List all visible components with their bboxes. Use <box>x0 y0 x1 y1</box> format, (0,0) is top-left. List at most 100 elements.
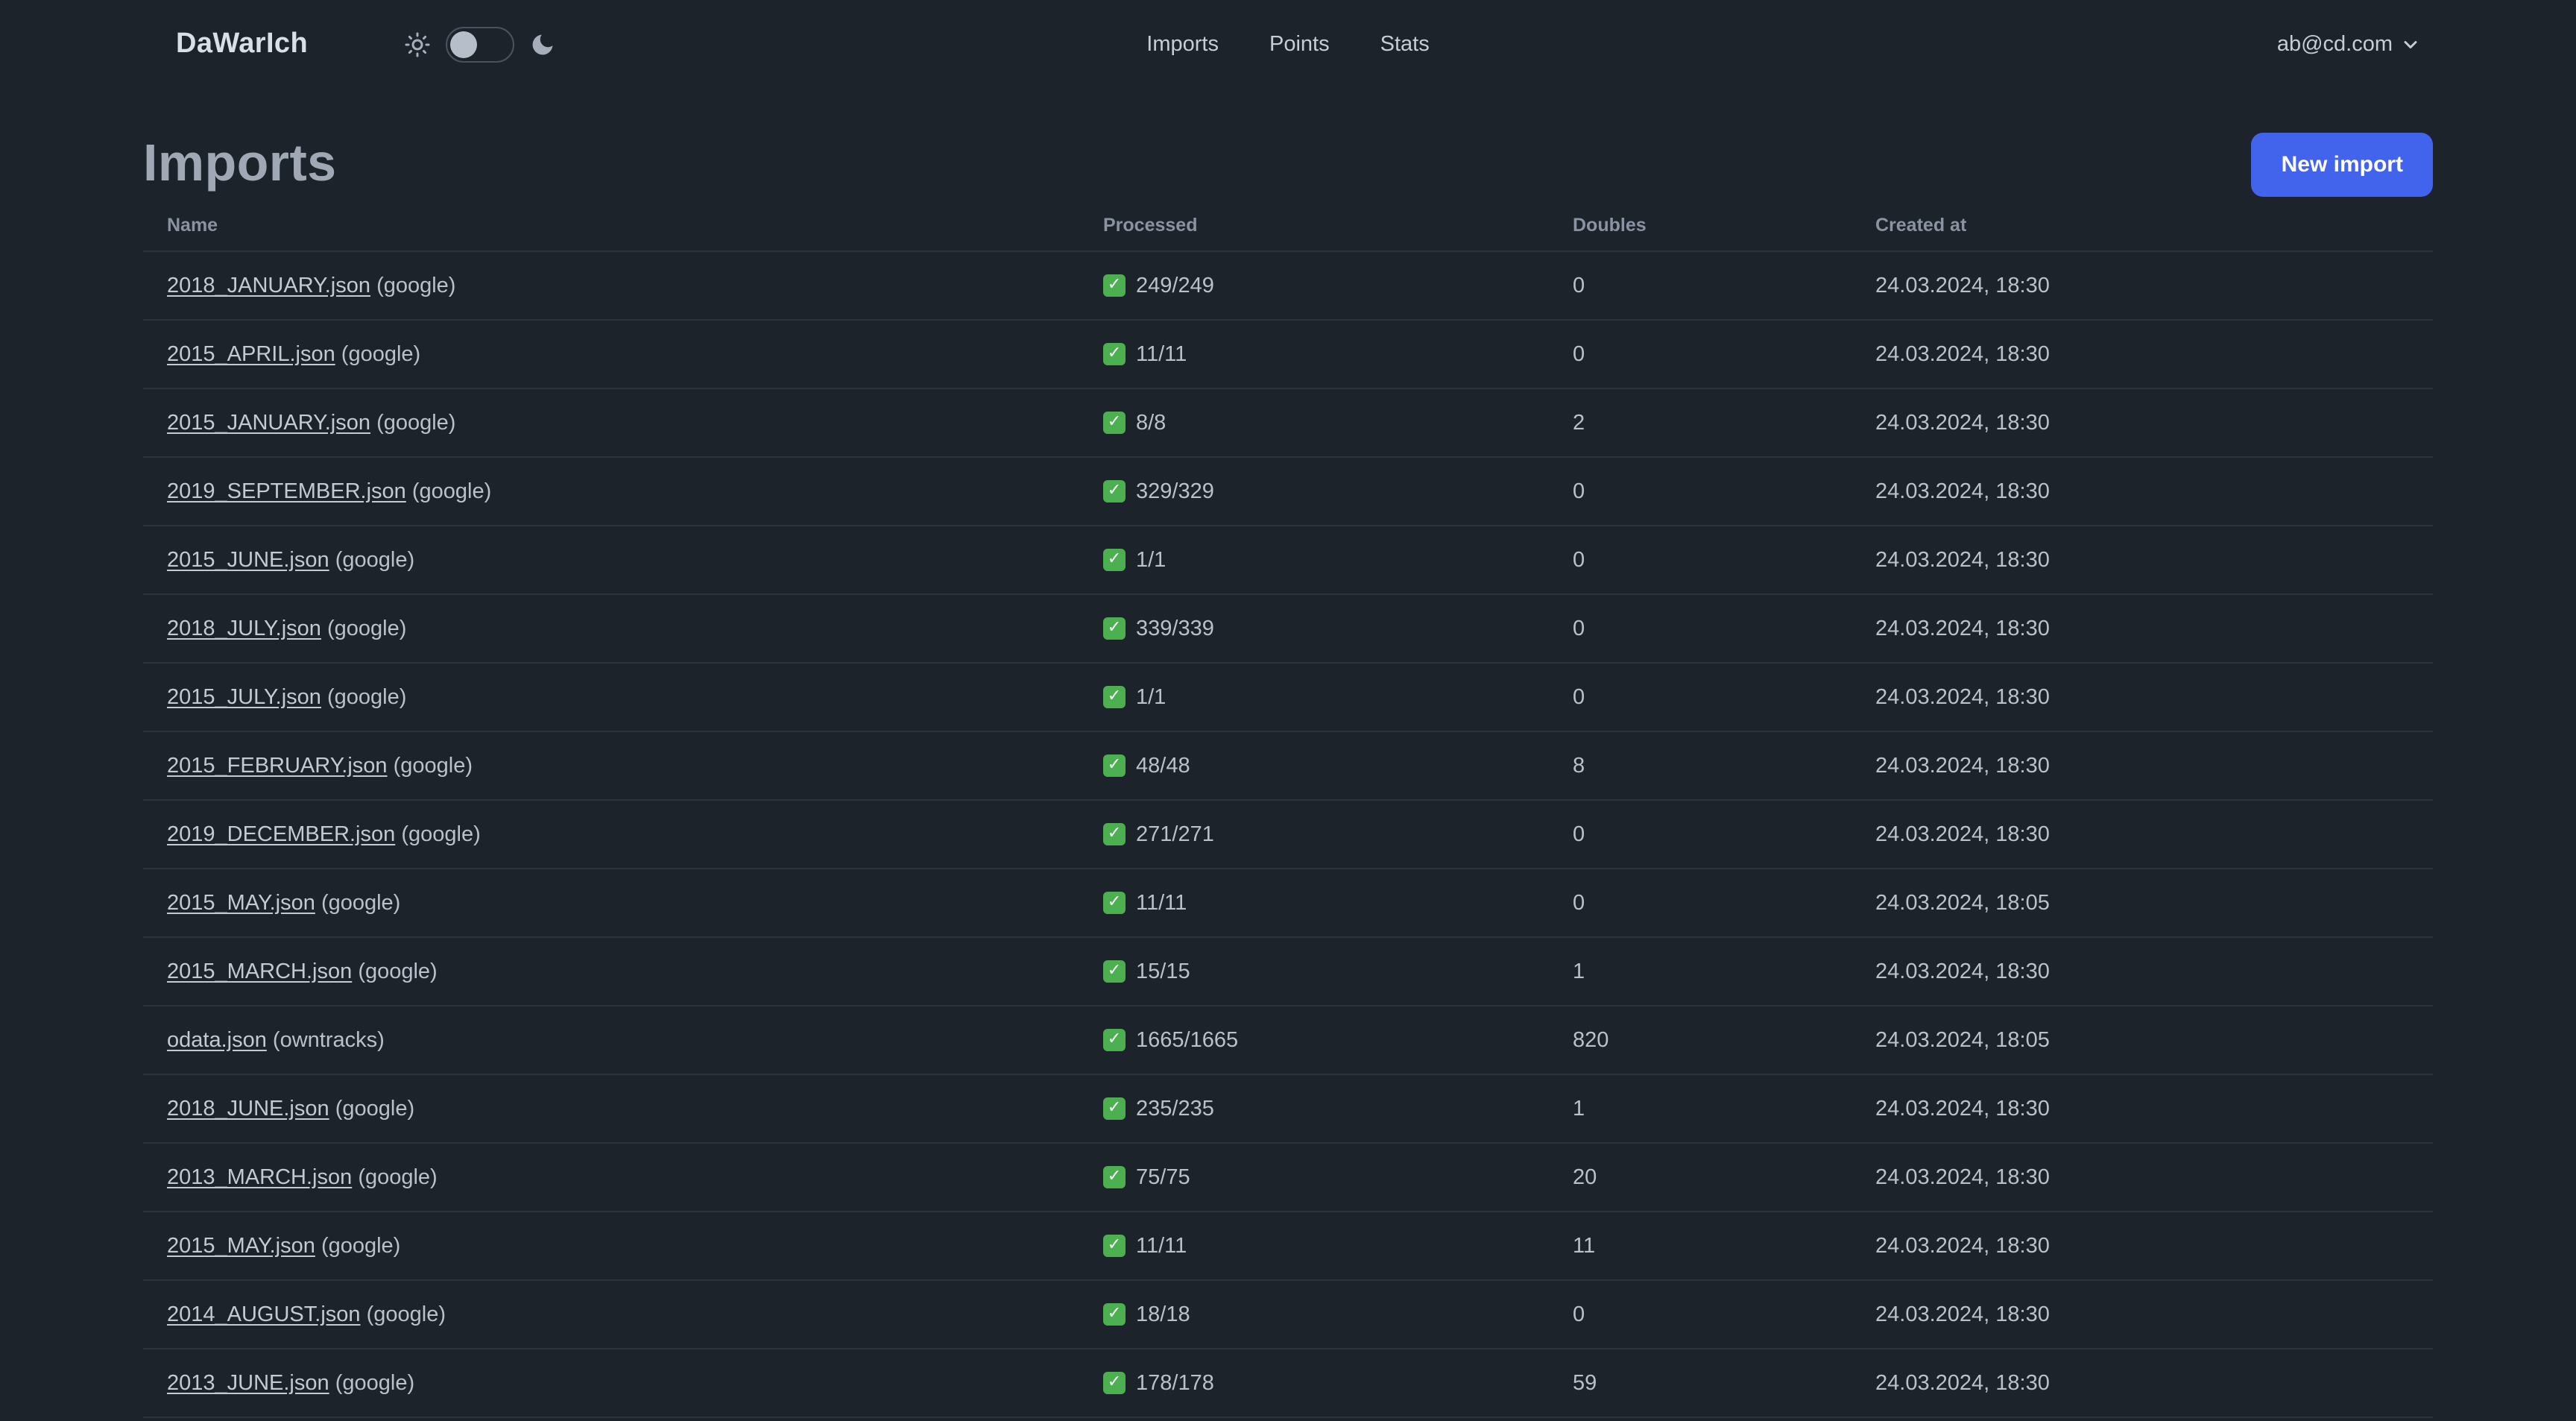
page-title: Imports <box>143 134 337 192</box>
processed-count: 235/235 <box>1136 1097 1214 1121</box>
cell-name: 2018_JANUARY.json (google) <box>143 251 1079 320</box>
success-check-icon <box>1103 1302 1126 1325</box>
cell-processed: 329/329 <box>1079 457 1549 526</box>
cell-doubles: 1 <box>1573 960 1585 983</box>
import-source-label: (google) <box>327 617 407 640</box>
brand-logo[interactable]: DaWarIch <box>176 28 308 61</box>
cell-name: 2013_MARCH.json (google) <box>143 1143 1079 1212</box>
import-file-link[interactable]: 2018_JUNE.json <box>167 1097 329 1121</box>
table-row: odata.json (owntracks) 1665/1665 820 24.03.… <box>143 1006 2433 1074</box>
processed-count: 11/11 <box>1136 1234 1187 1258</box>
cell-name: 2015_MAY.json (google) <box>143 1212 1079 1280</box>
success-check-icon <box>1103 411 1126 433</box>
table-row: 2018_JANUARY.json (google) 249/249 0 24.03.… <box>143 251 2433 320</box>
cell-processed: 178/178 <box>1079 1349 1549 1417</box>
import-source-label: (google) <box>376 411 456 435</box>
moon-icon <box>528 31 555 58</box>
cell-processed: 1/1 <box>1079 663 1549 731</box>
cell-name: 2019_DECEMBER.json (google) <box>143 800 1079 869</box>
cell-processed: 8/8 <box>1079 388 1549 457</box>
processed-count: 75/75 <box>1136 1165 1190 1189</box>
nav-link-points[interactable]: Points <box>1269 33 1330 57</box>
table-row <box>143 1417 2433 1421</box>
cell-processed: 15/15 <box>1079 937 1549 1006</box>
cell-name: 2015_JULY.json (google) <box>143 663 1079 731</box>
import-file-link[interactable]: 2015_APRIL.json <box>167 342 335 366</box>
import-source-label: (google) <box>358 1165 438 1189</box>
import-file-link[interactable]: 2015_MARCH.json <box>167 960 352 983</box>
import-file-link[interactable]: 2015_FEBRUARY.json <box>167 754 388 778</box>
cell-created-at: 24.03.2024, 18:30 <box>1875 411 2050 435</box>
cell-processed: 11/11 <box>1079 869 1549 937</box>
cell-processed <box>1079 1417 1549 1421</box>
new-import-button[interactable]: New import <box>2251 132 2433 196</box>
processed-count: 18/18 <box>1136 1302 1190 1326</box>
table-row: 2018_JULY.json (google) 339/339 0 24.03.202… <box>143 594 2433 663</box>
column-header-processed: Processed <box>1103 215 1198 236</box>
import-file-link[interactable]: odata.json <box>167 1028 267 1052</box>
success-check-icon <box>1103 685 1126 708</box>
cell-created-at: 24.03.2024, 18:05 <box>1875 891 2050 915</box>
nav-link-stats[interactable]: Stats <box>1380 33 1430 57</box>
import-file-link[interactable]: 2014_AUGUST.json <box>167 1302 361 1326</box>
imports-table-header: Name Processed Doubles Created at <box>143 197 2433 251</box>
success-check-icon <box>1103 1234 1126 1256</box>
cell-doubles: 1 <box>1573 1097 1585 1121</box>
cell-created-at: 24.03.2024, 18:30 <box>1875 1371 2050 1395</box>
import-source-label: (google) <box>401 822 481 846</box>
processed-count: 329/329 <box>1136 479 1214 503</box>
column-header-doubles: Doubles <box>1573 215 1647 236</box>
table-row: 2015_JULY.json (google) 1/1 0 24.03.2024, 1… <box>143 663 2433 731</box>
cell-doubles: 0 <box>1573 342 1585 366</box>
import-source-label: (google) <box>358 960 438 983</box>
cell-created-at: 24.03.2024, 18:05 <box>1875 1028 2050 1052</box>
table-row: 2015_MAY.json (google) 11/11 0 24.03.2024, … <box>143 869 2433 937</box>
import-file-link[interactable]: 2019_DECEMBER.json <box>167 822 395 846</box>
import-file-link[interactable]: 2018_JULY.json <box>167 617 321 640</box>
imports-table-body: 2018_JANUARY.json (google) 249/249 0 24.03.… <box>143 251 2433 1421</box>
processed-count: 11/11 <box>1136 891 1187 915</box>
import-source-label: (google) <box>327 685 407 709</box>
sun-icon <box>403 31 430 58</box>
import-file-link[interactable]: 2015_MAY.json <box>167 1234 315 1258</box>
cell-created-at: 24.03.2024, 18:30 <box>1875 960 2050 983</box>
user-menu[interactable]: ab@cd.com <box>2277 33 2421 57</box>
cell-doubles: 0 <box>1573 479 1585 503</box>
cell-created-at: 24.03.2024, 18:30 <box>1875 1097 2050 1121</box>
cell-created-at: 24.03.2024, 18:30 <box>1875 1234 2050 1258</box>
cell-created-at: 24.03.2024, 18:30 <box>1875 274 2050 297</box>
processed-count: 271/271 <box>1136 822 1214 846</box>
cell-doubles: 0 <box>1573 891 1585 915</box>
import-file-link[interactable]: 2015_JUNE.json <box>167 548 329 572</box>
cell-name: 2015_JANUARY.json (google) <box>143 388 1079 457</box>
import-file-link[interactable]: 2013_JUNE.json <box>167 1371 329 1395</box>
page-header: Imports New import <box>143 131 2433 197</box>
import-file-link[interactable]: 2015_MAY.json <box>167 891 315 915</box>
cell-name: odata.json (owntracks) <box>143 1006 1079 1074</box>
column-header-created-at: Created at <box>1875 215 1967 236</box>
import-file-link[interactable]: 2015_JULY.json <box>167 685 321 709</box>
import-source-label: (google) <box>321 1234 401 1258</box>
cell-processed: 11/11 <box>1079 320 1549 388</box>
cell-name: 2014_AUGUST.json (google) <box>143 1280 1079 1349</box>
main-navigation: Imports Points Stats <box>1146 33 1429 57</box>
nav-link-imports[interactable]: Imports <box>1146 33 1219 57</box>
cell-processed: 339/339 <box>1079 594 1549 663</box>
success-check-icon <box>1103 342 1126 365</box>
processed-count: 1/1 <box>1136 685 1167 709</box>
import-file-link[interactable]: 2019_SEPTEMBER.json <box>167 479 406 503</box>
processed-count: 8/8 <box>1136 411 1167 435</box>
table-row: 2015_MARCH.json (google) 15/15 1 24.03.2024… <box>143 937 2433 1006</box>
theme-toggle[interactable] <box>445 27 514 63</box>
processed-count: 178/178 <box>1136 1371 1214 1395</box>
import-file-link[interactable]: 2013_MARCH.json <box>167 1165 352 1189</box>
cell-doubles: 59 <box>1573 1371 1597 1395</box>
table-row: 2015_FEBRUARY.json (google) 48/48 8 24.03.2… <box>143 731 2433 800</box>
import-file-link[interactable]: 2018_JANUARY.json <box>167 274 370 297</box>
cell-created-at: 24.03.2024, 18:30 <box>1875 479 2050 503</box>
success-check-icon <box>1103 548 1126 570</box>
cell-doubles: 0 <box>1573 685 1585 709</box>
import-file-link[interactable]: 2015_JANUARY.json <box>167 411 370 435</box>
cell-name: 2015_MAY.json (google) <box>143 869 1079 937</box>
cell-name: 2013_JUNE.json (google) <box>143 1349 1079 1417</box>
